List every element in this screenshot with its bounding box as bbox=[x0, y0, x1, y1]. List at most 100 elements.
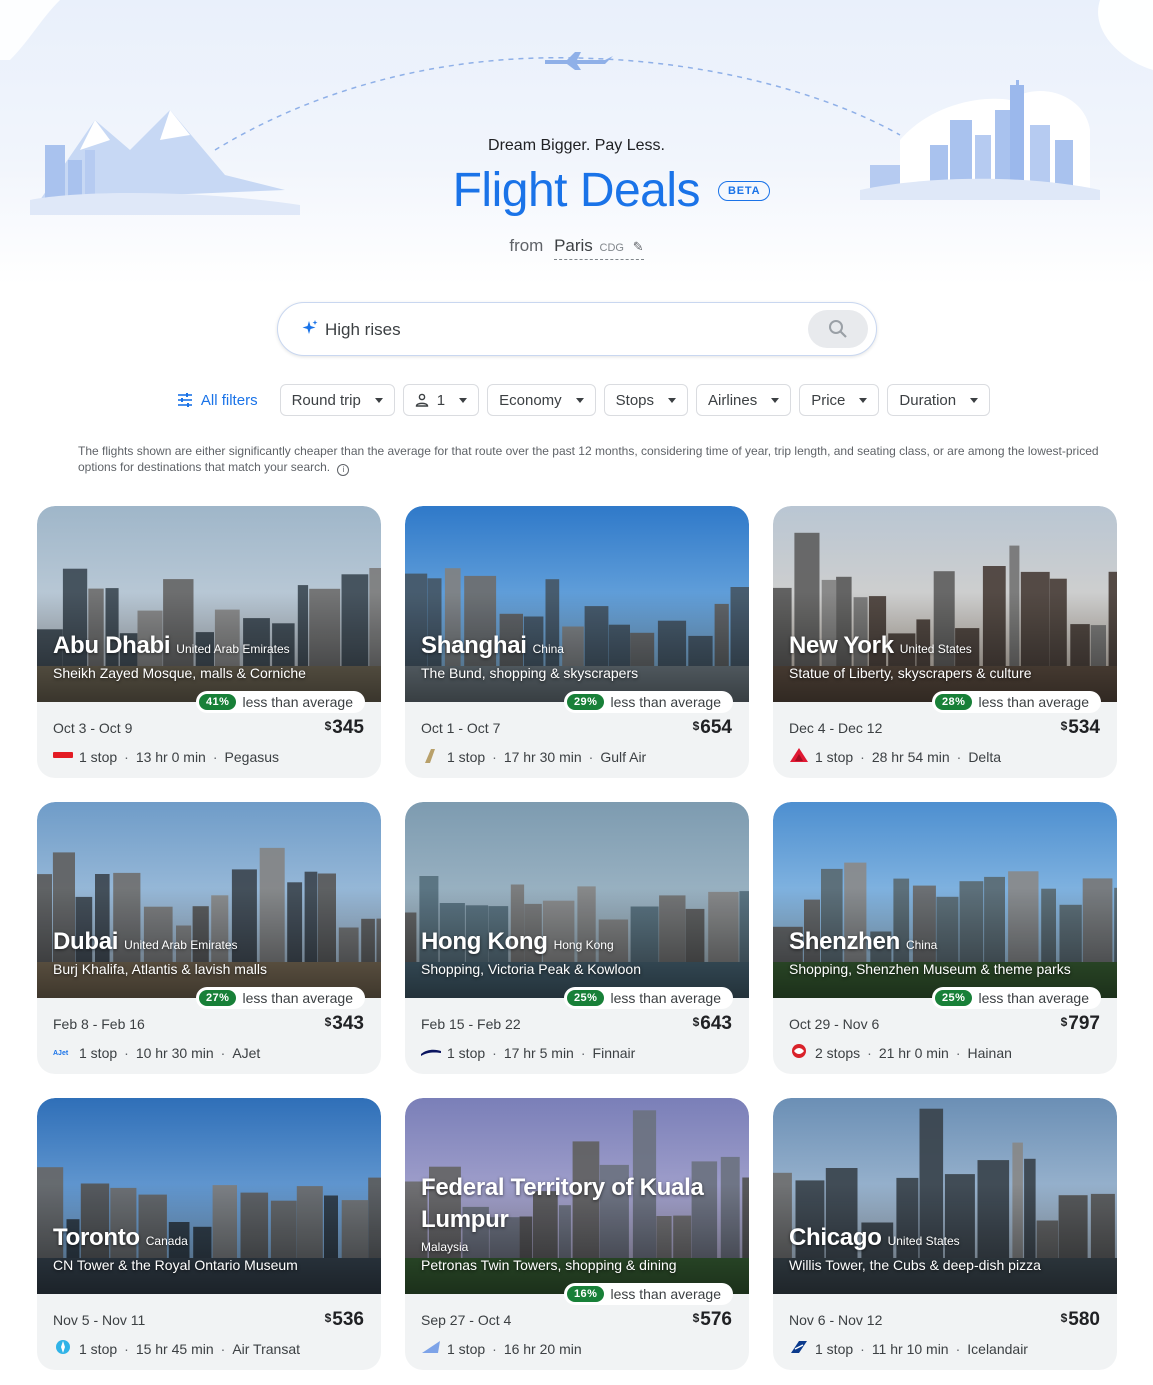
price-value: 576 bbox=[700, 1309, 732, 1330]
sparkle-icon bbox=[302, 320, 318, 334]
price-value: 536 bbox=[332, 1309, 364, 1330]
stops-count: 1 stop bbox=[815, 1340, 854, 1357]
trip-dates: Oct 1 - Oct 7 bbox=[421, 720, 501, 736]
deal-card[interactable]: Dubai United Arab Emirates Burj Khalifa, … bbox=[37, 802, 381, 1074]
separator-dot: · bbox=[220, 1044, 226, 1061]
airplane-icon bbox=[545, 52, 613, 70]
deal-card[interactable]: New York United States Statue of Liberty,… bbox=[773, 506, 1117, 778]
price-value: 643 bbox=[700, 1013, 732, 1034]
passengers-dropdown[interactable]: 1 bbox=[402, 384, 480, 416]
cabin-class-dropdown[interactable]: Economy bbox=[487, 384, 596, 416]
search-input[interactable] bbox=[325, 316, 765, 344]
flight-details: 1 stop · 16 hr 20 min bbox=[421, 1339, 582, 1358]
price-value: 534 bbox=[1068, 717, 1100, 738]
separator-dot: · bbox=[860, 1340, 865, 1357]
deal-card[interactable]: Shanghai China The Bund, shopping & skysc… bbox=[405, 506, 749, 778]
price-label: Price bbox=[811, 391, 846, 409]
all-filters-button[interactable]: All filters bbox=[163, 384, 272, 416]
savings-percent: 25% bbox=[566, 990, 605, 1006]
separator-dot: · bbox=[124, 748, 129, 765]
flight-duration: 21 hr 0 min bbox=[878, 1044, 949, 1061]
country-name: United Arab Emirates bbox=[124, 938, 238, 952]
chevron-down-icon bbox=[970, 397, 979, 403]
origin-selector[interactable]: Paris CDG ✎ bbox=[554, 236, 644, 260]
destination-title: Abu Dhabi United Arab Emirates bbox=[53, 632, 290, 660]
trip-dates: Oct 29 - Nov 6 bbox=[789, 1016, 880, 1032]
price-dropdown[interactable]: Price bbox=[799, 384, 880, 416]
from-label: from bbox=[509, 236, 544, 255]
separator-dot: · bbox=[492, 1340, 497, 1357]
flight-duration: 28 hr 54 min bbox=[871, 748, 950, 765]
separator-dot: · bbox=[220, 1340, 226, 1357]
savings-percent: 25% bbox=[934, 990, 973, 1006]
stops-count: 1 stop bbox=[447, 1340, 486, 1357]
destination-description: Sheikh Zayed Mosque, malls & Corniche bbox=[53, 665, 306, 681]
stops-count: 1 stop bbox=[79, 748, 118, 765]
city-name: Hong Kong bbox=[421, 928, 548, 955]
search-button[interactable] bbox=[808, 310, 868, 348]
savings-badge: 41% less than average bbox=[195, 691, 365, 713]
savings-badge: 29% less than average bbox=[563, 691, 733, 713]
stops-count: 1 stop bbox=[447, 748, 486, 765]
deal-card[interactable]: Shenzhen China Shopping, Shenzhen Museum … bbox=[773, 802, 1117, 1074]
flight-details: 1 stop · 17 hr 5 min · Finnair bbox=[421, 1043, 635, 1062]
tune-icon bbox=[177, 393, 192, 407]
separator-dot: · bbox=[955, 1340, 961, 1357]
gulf-air-logo-icon bbox=[421, 747, 441, 766]
airline-name: Air Transat bbox=[232, 1340, 301, 1357]
airlines-dropdown[interactable]: Airlines bbox=[696, 384, 792, 416]
deal-card[interactable]: Abu Dhabi United Arab Emirates Sheikh Zay… bbox=[37, 506, 381, 778]
city-name: Lumpur bbox=[421, 1206, 509, 1233]
flight-details: 1 stop · 11 hr 10 min · Icelandair bbox=[789, 1339, 1028, 1358]
city-name: New York bbox=[789, 632, 894, 659]
deal-card[interactable]: Hong Kong Hong Kong Shopping, Victoria Pe… bbox=[405, 802, 749, 1074]
separator-dot: · bbox=[580, 1044, 586, 1061]
country-name: Hong Kong bbox=[553, 938, 614, 952]
duration-dropdown[interactable]: Duration bbox=[887, 384, 991, 416]
deal-card[interactable]: Federal Territory of Kuala Lumpur Malays… bbox=[405, 1098, 749, 1370]
destination-description: CN Tower & the Royal Ontario Museum bbox=[53, 1257, 298, 1273]
disclaimer-text: The flights shown are either significant… bbox=[78, 444, 1099, 474]
separator-dot: · bbox=[860, 748, 865, 765]
hainan-logo-icon bbox=[789, 1043, 809, 1062]
country-name: Canada bbox=[145, 1234, 188, 1248]
svg-text:AJet: AJet bbox=[53, 1050, 69, 1057]
flight-duration: 10 hr 30 min bbox=[135, 1044, 214, 1061]
separator-dot: · bbox=[124, 1340, 129, 1357]
stops-dropdown[interactable]: Stops bbox=[603, 384, 689, 416]
flight-details: 1 stop · 13 hr 0 min · Pegasus bbox=[53, 747, 279, 766]
savings-badge: 16% less than average bbox=[563, 1283, 733, 1305]
filter-bar: All filters Round trip 1 Economy Stops A… bbox=[0, 384, 1153, 416]
search-bar bbox=[277, 302, 877, 356]
currency-symbol: $ bbox=[1060, 719, 1068, 733]
trip-type-dropdown[interactable]: Round trip bbox=[279, 384, 395, 416]
savings-label: less than average bbox=[610, 990, 721, 1006]
savings-percent: 29% bbox=[566, 694, 605, 710]
city-name: Abu Dhabi bbox=[53, 632, 171, 659]
chevron-down-icon bbox=[859, 397, 868, 403]
destination-title: Hong Kong Hong Kong bbox=[421, 928, 614, 956]
deal-card[interactable]: Toronto Canada CN Tower & the Royal Ontar… bbox=[37, 1098, 381, 1370]
destination-description: Willis Tower, the Cubs & deep-dish pizza bbox=[789, 1257, 1041, 1273]
city-name: Shenzhen bbox=[789, 928, 900, 955]
info-icon[interactable]: i bbox=[337, 464, 350, 476]
flight-duration: 17 hr 30 min bbox=[503, 748, 582, 765]
currency-symbol: $ bbox=[692, 719, 700, 733]
stops-count: 1 stop bbox=[79, 1044, 118, 1061]
stops-label: Stops bbox=[615, 391, 655, 409]
separator-dot: · bbox=[867, 1044, 872, 1061]
stops-count: 1 stop bbox=[447, 1044, 486, 1061]
deal-card[interactable]: Chicago United States Willis Tower, the C… bbox=[773, 1098, 1117, 1370]
delta-logo-icon bbox=[789, 747, 809, 766]
trip-dates: Nov 6 - Nov 12 bbox=[789, 1312, 883, 1328]
destination-description: Burj Khalifa, Atlantis & lavish malls bbox=[53, 961, 267, 977]
icelandair-logo-icon bbox=[789, 1339, 809, 1358]
airline-logo-icon bbox=[421, 1339, 441, 1358]
airline-name: Gulf Air bbox=[600, 748, 647, 765]
passengers-count: 1 bbox=[436, 391, 446, 409]
price-value: 797 bbox=[1068, 1013, 1100, 1034]
country-name: United Arab Emirates bbox=[176, 642, 290, 656]
destination-title: Toronto Canada bbox=[53, 1224, 188, 1252]
beta-badge: BETA bbox=[718, 180, 771, 201]
city-name-line1: Federal Territory of Kuala bbox=[421, 1174, 704, 1202]
